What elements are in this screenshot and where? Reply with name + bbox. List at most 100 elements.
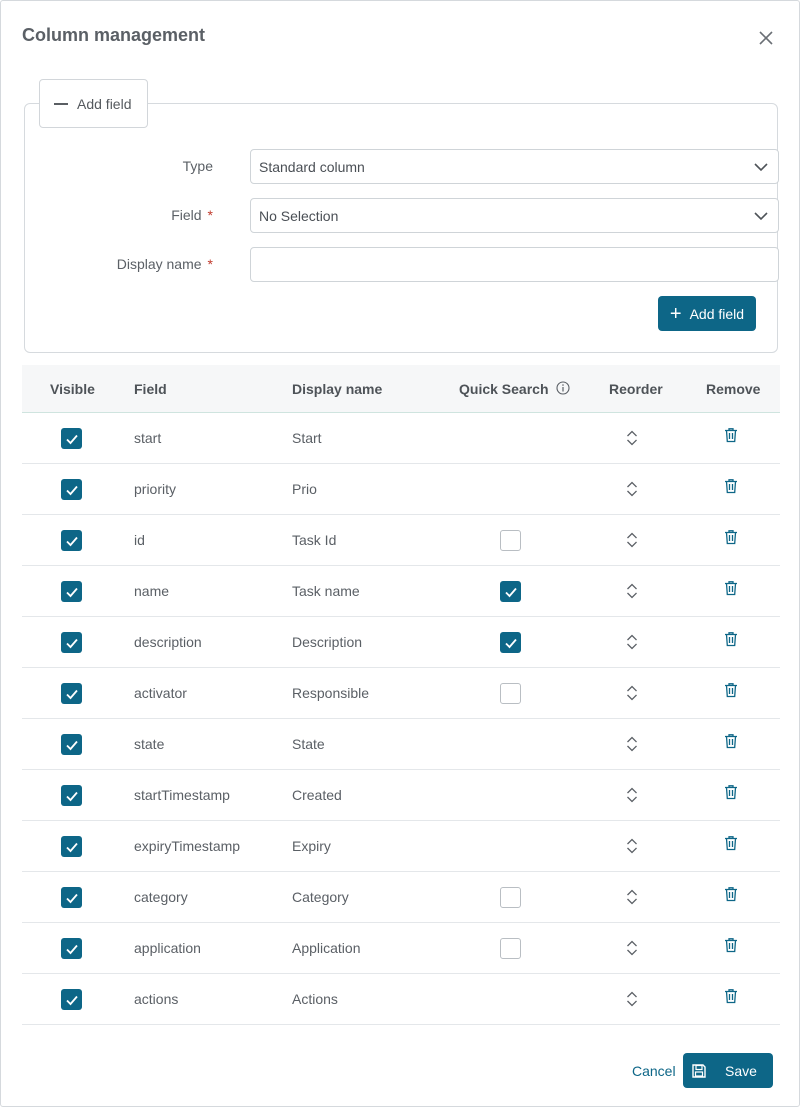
table-body: start Start priority Prio id Task Id name Task … <box>22 413 780 1025</box>
table-row: actions Actions <box>22 974 780 1025</box>
type-row: Type Standard column <box>24 149 779 185</box>
add-field-button[interactable]: + Add field <box>658 296 756 331</box>
display-name-cell: State <box>292 736 325 752</box>
header-display-name: Display name <box>292 381 383 397</box>
field-row: Field * No Selection <box>24 198 779 234</box>
visible-checkbox[interactable] <box>61 938 82 959</box>
type-select[interactable]: Standard column <box>250 149 779 184</box>
type-select-value: Standard column <box>259 158 365 175</box>
quick-search-checkbox[interactable] <box>500 632 521 653</box>
chevron-down-icon <box>754 163 768 172</box>
trash-icon[interactable] <box>724 886 738 902</box>
field-cell: startTimestamp <box>134 787 230 803</box>
quick-search-checkbox[interactable] <box>500 530 521 551</box>
table-row: expiryTimestamp Expiry <box>22 821 780 872</box>
display-name-cell: Expiry <box>292 838 331 854</box>
field-cell: id <box>134 532 145 548</box>
display-name-input[interactable] <box>250 247 779 282</box>
cancel-button[interactable]: Cancel <box>632 1063 676 1079</box>
visible-checkbox[interactable] <box>61 887 82 908</box>
display-name-cell: Start <box>292 430 322 446</box>
trash-icon[interactable] <box>724 733 738 749</box>
table-row: description Description <box>22 617 780 668</box>
header-quick-search: Quick Search <box>459 381 570 397</box>
dialog-title: Column management <box>22 25 206 45</box>
trash-icon[interactable] <box>724 580 738 596</box>
visible-checkbox[interactable] <box>61 632 82 653</box>
field-cell: name <box>134 583 170 599</box>
display-name-row: Display name * <box>24 247 779 283</box>
reorder-icon[interactable] <box>625 837 639 855</box>
add-field-button-label: Add field <box>689 305 745 322</box>
field-label: Field * <box>171 207 213 223</box>
display-name-cell: Actions <box>292 991 338 1007</box>
display-name-cell: Responsible <box>292 685 370 701</box>
visible-checkbox[interactable] <box>61 785 82 806</box>
trash-icon[interactable] <box>724 988 738 1004</box>
table-row: startTimestamp Created <box>22 770 780 821</box>
add-field-toggle-label: Add field <box>77 95 132 112</box>
visible-checkbox[interactable] <box>61 581 82 602</box>
trash-icon[interactable] <box>724 427 738 443</box>
reorder-icon[interactable] <box>625 633 639 651</box>
columns-table: Visible Field Display name Quick Search … <box>22 365 780 1025</box>
field-select[interactable]: No Selection <box>250 198 779 233</box>
visible-checkbox[interactable] <box>61 989 82 1010</box>
table-row: category Category <box>22 872 780 923</box>
visible-checkbox[interactable] <box>61 428 82 449</box>
field-select-value: No Selection <box>259 207 339 224</box>
field-cell: priority <box>134 481 177 497</box>
trash-icon[interactable] <box>724 937 738 953</box>
trash-icon[interactable] <box>724 478 738 494</box>
reorder-icon[interactable] <box>625 429 639 447</box>
minus-icon <box>54 102 68 105</box>
trash-icon[interactable] <box>724 784 738 800</box>
table-row: priority Prio <box>22 464 780 515</box>
save-button[interactable]: Save <box>683 1053 773 1088</box>
header-visible: Visible <box>50 381 95 397</box>
reorder-icon[interactable] <box>625 888 639 906</box>
visible-checkbox[interactable] <box>61 530 82 551</box>
quick-search-checkbox[interactable] <box>500 683 521 704</box>
reorder-icon[interactable] <box>625 786 639 804</box>
visible-checkbox[interactable] <box>61 479 82 500</box>
table-header: Visible Field Display name Quick Search … <box>22 365 780 413</box>
visible-checkbox[interactable] <box>61 836 82 857</box>
display-name-cell: Application <box>292 940 361 956</box>
display-name-cell: Task Id <box>292 532 337 548</box>
visible-checkbox[interactable] <box>61 734 82 755</box>
reorder-icon[interactable] <box>625 531 639 549</box>
field-cell: actions <box>134 991 179 1007</box>
info-icon[interactable] <box>556 381 570 395</box>
plus-icon: + <box>669 302 682 325</box>
required-marker: * <box>207 256 213 272</box>
column-management-dialog: Column management Add field Type Standar… <box>0 0 800 1107</box>
trash-icon[interactable] <box>724 529 738 545</box>
reorder-icon[interactable] <box>625 939 639 957</box>
add-field-toggle-button[interactable]: Add field <box>39 79 148 128</box>
table-row: id Task Id <box>22 515 780 566</box>
reorder-icon[interactable] <box>625 480 639 498</box>
reorder-icon[interactable] <box>625 582 639 600</box>
trash-icon[interactable] <box>724 631 738 647</box>
quick-search-checkbox[interactable] <box>500 581 521 602</box>
header-remove: Remove <box>706 381 761 397</box>
quick-search-checkbox[interactable] <box>500 938 521 959</box>
required-marker: * <box>207 207 213 223</box>
table-row: application Application <box>22 923 780 974</box>
save-icon <box>692 1063 706 1078</box>
quick-search-checkbox[interactable] <box>500 887 521 908</box>
trash-icon[interactable] <box>724 835 738 851</box>
reorder-icon[interactable] <box>625 735 639 753</box>
display-name-cell: Category <box>292 889 349 905</box>
trash-icon[interactable] <box>724 682 738 698</box>
field-cell: category <box>134 889 188 905</box>
visible-checkbox[interactable] <box>61 683 82 704</box>
reorder-icon[interactable] <box>625 684 639 702</box>
header-reorder: Reorder <box>609 381 663 397</box>
header-field: Field <box>134 381 167 397</box>
table-row: activator Responsible <box>22 668 780 719</box>
close-icon[interactable] <box>755 27 777 49</box>
display-name-cell: Prio <box>292 481 317 497</box>
reorder-icon[interactable] <box>625 990 639 1008</box>
